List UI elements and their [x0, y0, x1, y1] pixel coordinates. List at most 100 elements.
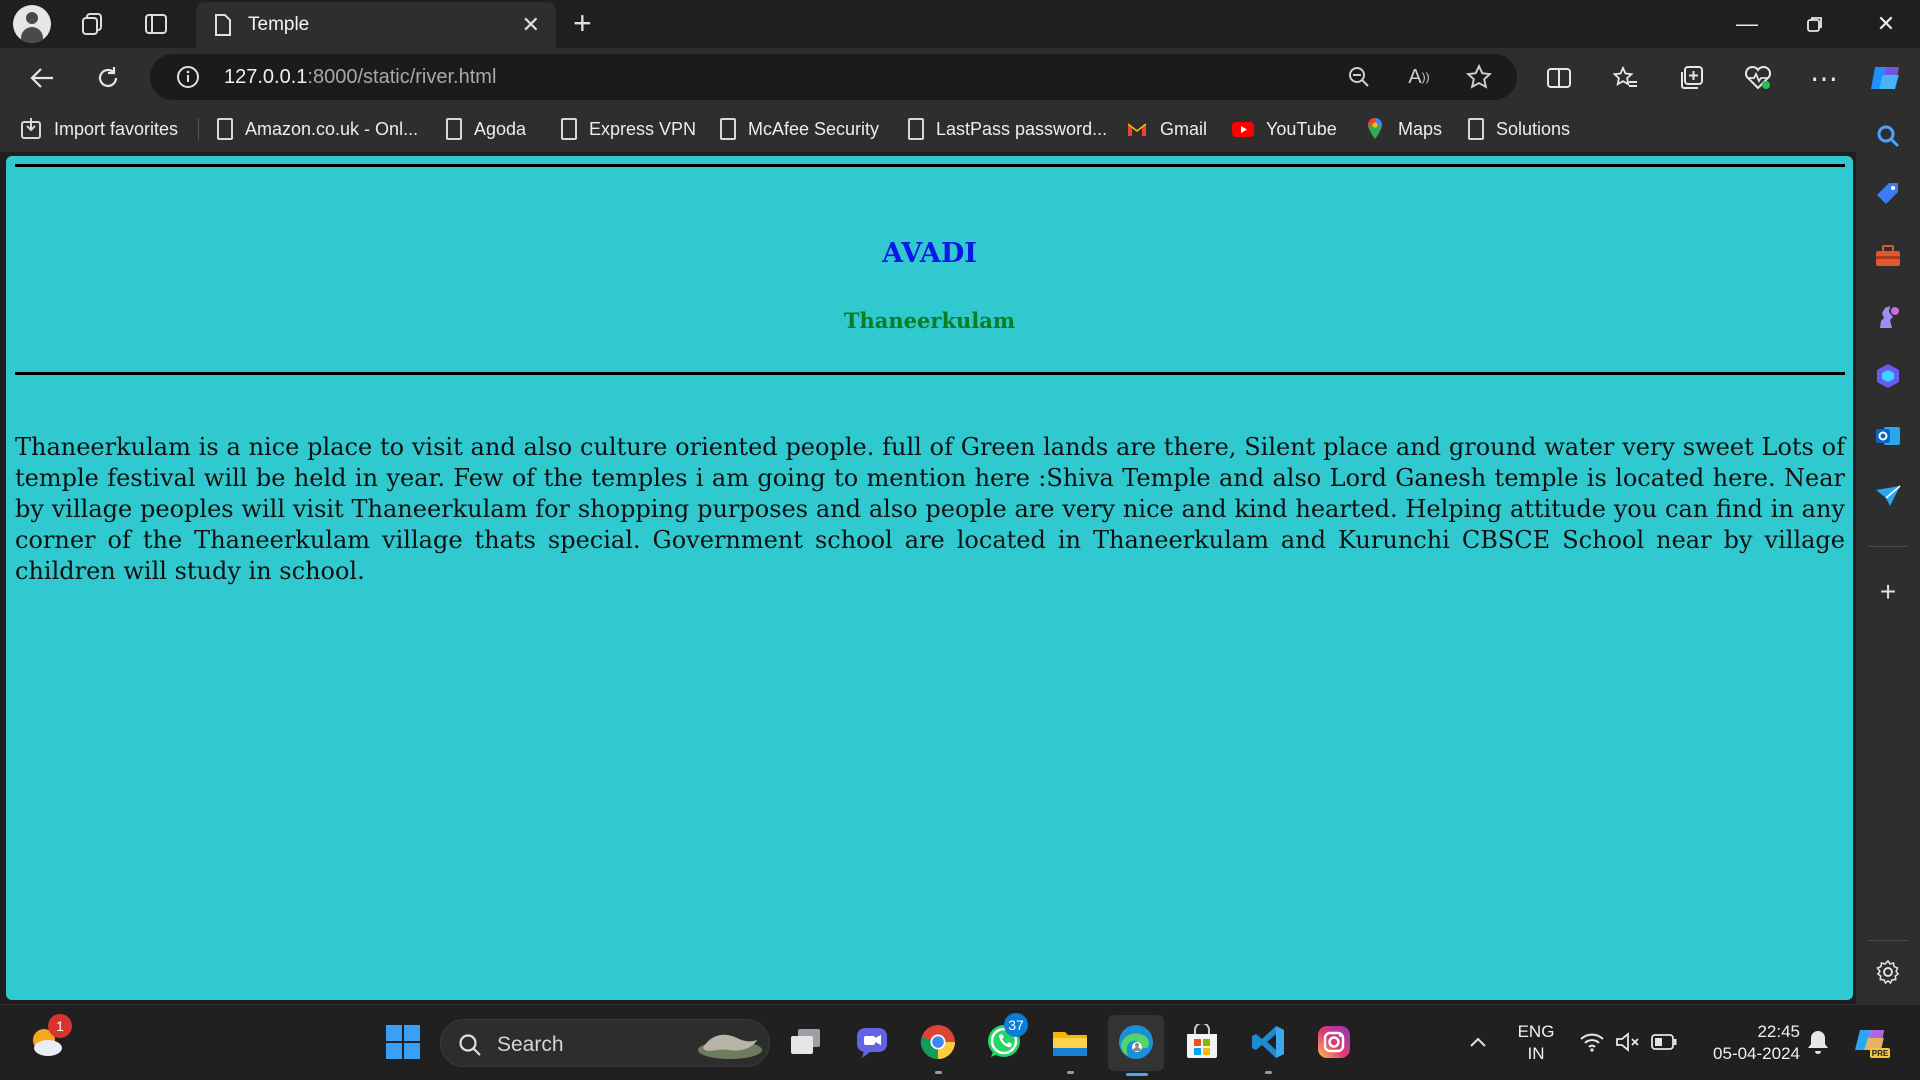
- show-hidden-icons-chevron-icon[interactable]: [1458, 1022, 1498, 1062]
- chrome-icon[interactable]: [918, 1022, 958, 1062]
- search-highlight-image-icon: [698, 1034, 762, 1059]
- horizontal-rule-middle: [15, 372, 1845, 375]
- microsoft-store-icon[interactable]: [1182, 1022, 1222, 1062]
- youtube-icon: [1232, 122, 1254, 137]
- tab-temple[interactable]: Temple ✕: [196, 2, 556, 48]
- favorites-bar: Import favorites Amazon.co.uk - Onl... A…: [0, 106, 1920, 152]
- file-explorer-icon[interactable]: [1050, 1022, 1090, 1062]
- gmail-icon: [1127, 123, 1147, 136]
- tab-title: Temple: [248, 14, 310, 35]
- navigation-bar: 127.0.0.1:8000/static/river.html A)) ⋯: [0, 48, 1920, 106]
- page-heading: AVADI: [882, 238, 977, 269]
- explorer-running-indicator: [1067, 1071, 1074, 1074]
- favorite-gmail[interactable]: Gmail: [1126, 114, 1207, 144]
- page-icon: [720, 118, 736, 140]
- favorites-divider: [198, 118, 199, 140]
- sidebar-shopping-icon[interactable]: [1872, 178, 1904, 210]
- horizontal-rule-top: [15, 164, 1845, 167]
- sidebar-add-icon[interactable]: +: [1872, 576, 1904, 608]
- clock-date: 05-04-2024: [1713, 1044, 1800, 1063]
- task-view-icon[interactable]: [786, 1022, 826, 1062]
- sidebar-search-icon[interactable]: [1872, 120, 1904, 152]
- zoom-out-icon[interactable]: [1343, 61, 1375, 93]
- workspaces-icon[interactable]: [72, 4, 112, 44]
- favorite-lastpass[interactable]: LastPass password...: [908, 114, 1107, 144]
- weather-widget-icon[interactable]: 1: [26, 1014, 72, 1062]
- sidebar-copilot-icon[interactable]: [1872, 360, 1904, 392]
- language-indicator[interactable]: ENG IN: [1506, 1021, 1566, 1065]
- search-label: Search: [497, 1033, 564, 1056]
- page-icon: [561, 118, 577, 140]
- favorite-agoda[interactable]: Agoda: [446, 114, 526, 144]
- favorite-express-vpn[interactable]: Express VPN: [561, 114, 696, 144]
- whatsapp-badge: 37: [1004, 1013, 1028, 1037]
- favorites-icon[interactable]: [1605, 58, 1645, 98]
- sidebar-tools-icon[interactable]: [1872, 240, 1904, 272]
- page-subheading: Thaneerkulam: [843, 308, 1016, 333]
- page-viewport: AVADI Thaneerkulam Thaneerkulam is a nic…: [6, 156, 1853, 1000]
- refresh-button[interactable]: [88, 58, 128, 98]
- sidebar-settings-icon[interactable]: [1872, 956, 1904, 988]
- address-bar[interactable]: 127.0.0.1:8000/static/river.html A)): [150, 54, 1517, 100]
- close-tab-icon[interactable]: ✕: [522, 12, 540, 38]
- svg-text:PRE: PRE: [1872, 1049, 1889, 1058]
- site-info-icon[interactable]: [172, 61, 204, 93]
- page-icon: [215, 14, 231, 36]
- teams-chat-icon[interactable]: [852, 1022, 892, 1062]
- clock-time: 22:45: [1757, 1022, 1800, 1041]
- maps-icon: [1368, 118, 1382, 139]
- taskbar-search-box[interactable]: Search: [440, 1019, 770, 1067]
- tab-actions-icon[interactable]: [136, 4, 176, 44]
- browser-essentials-icon[interactable]: [1738, 58, 1778, 98]
- clock[interactable]: 22:45 05-04-2024: [1696, 1021, 1800, 1065]
- page-icon: [446, 118, 462, 140]
- title-bar: Temple ✕ + — ✕: [0, 0, 1920, 48]
- collections-icon[interactable]: [1672, 58, 1712, 98]
- sidebar-divider: [1868, 546, 1908, 547]
- favorite-maps[interactable]: Maps: [1364, 114, 1442, 144]
- new-tab-button[interactable]: +: [573, 5, 592, 42]
- favorite-star-icon[interactable]: [1463, 61, 1495, 93]
- more-options-icon[interactable]: ⋯: [1804, 58, 1844, 98]
- search-icon: [459, 1034, 481, 1056]
- edge-icon[interactable]: [1116, 1022, 1156, 1062]
- notifications-bell-icon[interactable]: [1798, 1022, 1838, 1062]
- read-aloud-icon[interactable]: A)): [1403, 61, 1435, 93]
- vscode-running-indicator: [1265, 1071, 1272, 1074]
- copilot-pre-icon[interactable]: PRE: [1852, 1022, 1892, 1062]
- whatsapp-icon[interactable]: 37: [984, 1013, 1028, 1062]
- import-icon: [21, 118, 41, 139]
- sidebar-drop-icon[interactable]: [1872, 480, 1904, 512]
- wifi-icon[interactable]: [1572, 1022, 1612, 1062]
- weather-badge: 1: [48, 1014, 72, 1038]
- back-button[interactable]: [22, 58, 62, 98]
- page-paragraph: Thaneerkulam is a nice place to visit an…: [15, 433, 1845, 585]
- favorite-youtube[interactable]: YouTube: [1232, 114, 1337, 144]
- chrome-running-indicator: [935, 1071, 942, 1074]
- copilot-icon[interactable]: [1866, 58, 1906, 98]
- page-icon: [217, 118, 233, 140]
- favorite-import[interactable]: Import favorites: [20, 114, 178, 144]
- page-icon: [908, 118, 924, 140]
- restore-button[interactable]: [1781, 0, 1849, 48]
- windows-taskbar: 1 Search 37 ENG IN 22:45 05-04-2024 PRE: [0, 1004, 1920, 1080]
- profile-avatar-icon[interactable]: [13, 5, 51, 43]
- favorite-solutions[interactable]: Solutions: [1468, 114, 1570, 144]
- vscode-icon[interactable]: [1248, 1022, 1288, 1062]
- favorite-amazon[interactable]: Amazon.co.uk - Onl...: [217, 114, 418, 144]
- minimize-button[interactable]: —: [1713, 0, 1781, 48]
- edge-running-indicator: [1126, 1073, 1148, 1076]
- favorite-mcafee[interactable]: McAfee Security: [720, 114, 879, 144]
- sidebar-outlook-icon[interactable]: [1872, 420, 1904, 452]
- start-button[interactable]: [383, 1022, 423, 1062]
- instagram-icon[interactable]: [1314, 1022, 1354, 1062]
- url-text[interactable]: 127.0.0.1:8000/static/river.html: [224, 66, 496, 89]
- battery-icon[interactable]: [1644, 1022, 1684, 1062]
- edge-sidebar: +: [1856, 106, 1920, 1004]
- page-icon: [1468, 118, 1484, 140]
- close-window-button[interactable]: ✕: [1852, 0, 1920, 48]
- split-screen-icon[interactable]: [1539, 58, 1579, 98]
- sidebar-games-icon[interactable]: [1872, 300, 1904, 332]
- volume-muted-icon[interactable]: [1608, 1022, 1648, 1062]
- sidebar-divider-bottom: [1868, 940, 1908, 941]
